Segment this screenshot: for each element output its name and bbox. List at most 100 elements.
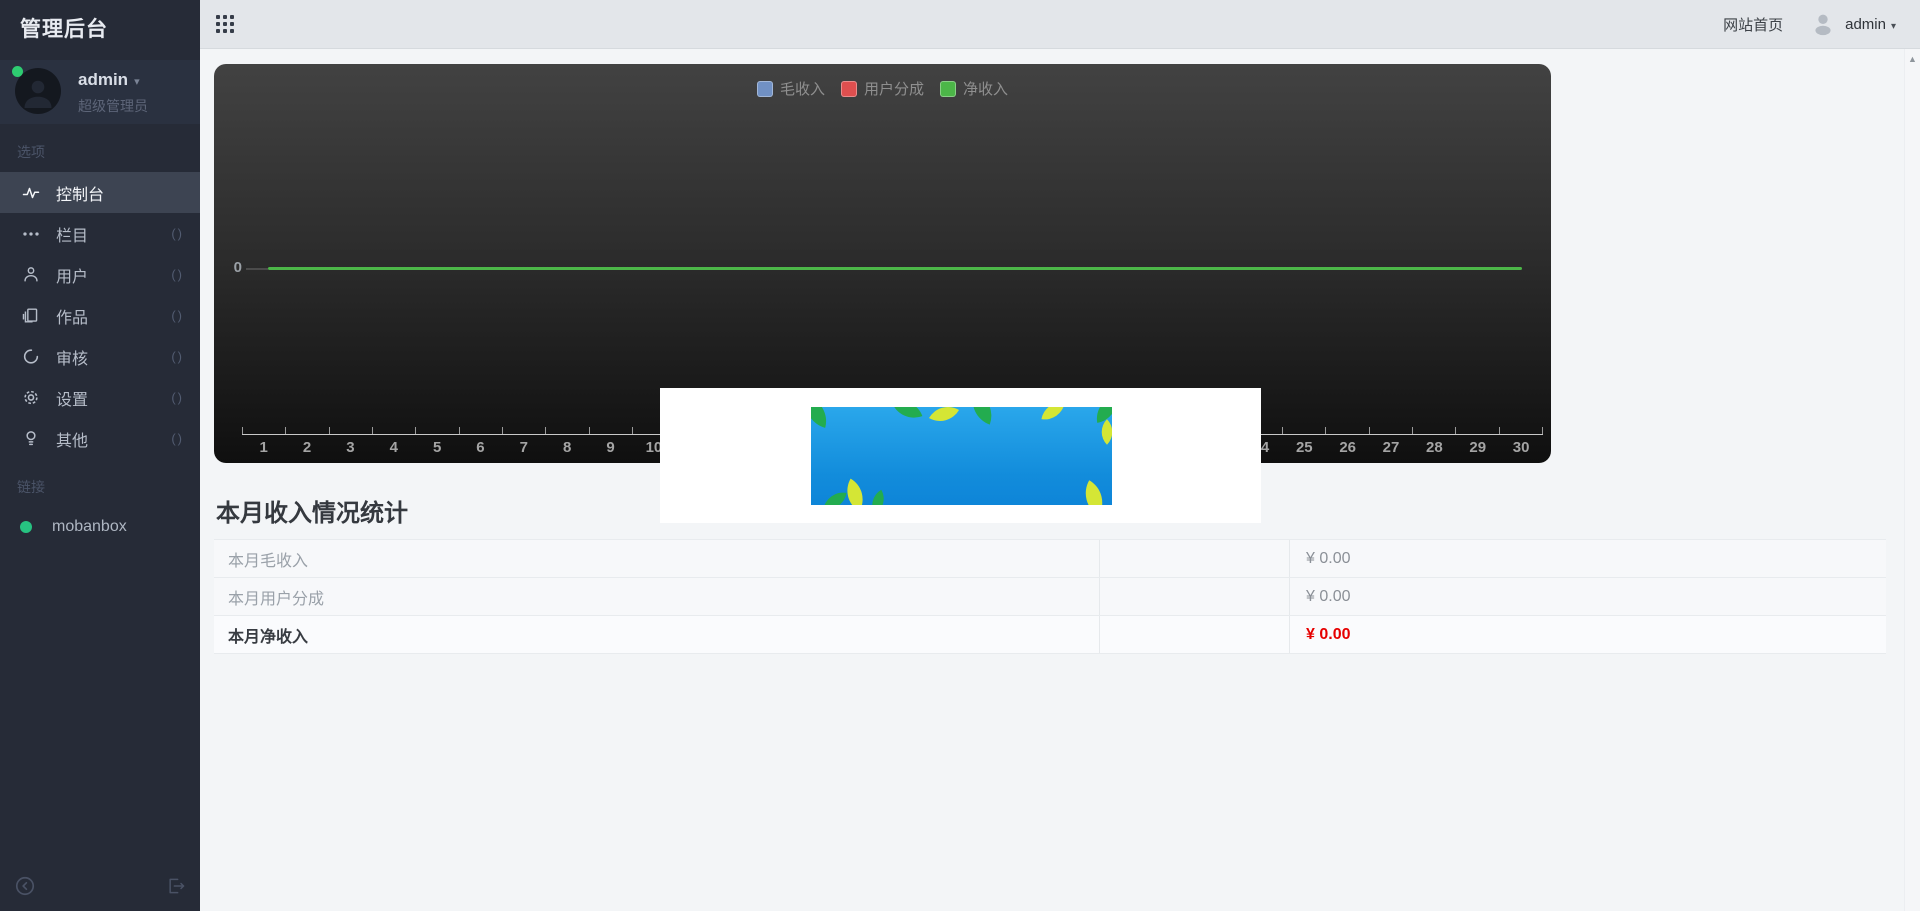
site-home-link[interactable]: 网站首页: [1723, 14, 1783, 35]
x-axis-tick: [1412, 427, 1455, 434]
x-axis-tick: [1499, 427, 1543, 434]
sidebar-item-columns[interactable]: 栏目 (): [0, 213, 200, 254]
x-axis-tick: [415, 427, 458, 434]
x-axis-tick: [545, 427, 588, 434]
topbar-user-menu[interactable]: admin▾: [1845, 16, 1896, 33]
legend-swatch-red: [841, 81, 857, 97]
sidebar: 管理后台 admin▾ 超级管理员 选项 控制台: [0, 0, 200, 911]
x-axis-label: 25: [1283, 435, 1326, 456]
chart-legend: 毛收入 用户分成 净收入: [214, 78, 1551, 99]
loader-circle-icon: [20, 347, 42, 367]
income-row-net: 本月净收入 ¥ 0.00: [214, 616, 1886, 654]
legend-item-share[interactable]: 用户分成: [841, 78, 924, 99]
submenu-toggle-icon: (): [171, 349, 184, 364]
legend-swatch-blue: [757, 81, 773, 97]
x-axis-label: 6: [459, 435, 502, 456]
page: 管理后台 admin▾ 超级管理员 选项 控制台: [0, 0, 1920, 911]
avatar[interactable]: [15, 68, 61, 114]
leaf-decoration: [965, 407, 998, 425]
x-axis-tick: [1282, 427, 1325, 434]
submenu-toggle-icon: (): [171, 267, 184, 282]
user-icon: [20, 265, 42, 285]
income-row-share: 本月用户分成 ¥ 0.00: [214, 578, 1886, 616]
x-axis-label: 5: [415, 435, 458, 456]
collapse-sidebar-icon[interactable]: [14, 875, 36, 897]
x-axis-tick: [502, 427, 545, 434]
section-label-options: 选项: [0, 124, 200, 172]
leaf-decoration: [1076, 480, 1112, 505]
app-title: 管理后台: [0, 0, 200, 60]
leaf-decoration: [892, 407, 923, 424]
x-axis-label: 29: [1456, 435, 1499, 456]
sidebar-user-panel: admin▾ 超级管理员: [0, 60, 200, 124]
sidebar-footer: [0, 861, 200, 911]
user-silhouette-icon: [20, 75, 56, 111]
leaf-decoration: [1093, 407, 1112, 423]
x-axis-label: 7: [502, 435, 545, 456]
income-table: 本月毛收入 ¥ 0.00 本月用户分成 ¥ 0.00 本月净收入 ¥ 0.00: [214, 539, 1886, 654]
banner-image: [811, 407, 1112, 505]
logout-icon[interactable]: [166, 876, 186, 896]
income-row-value: ¥ 0.00: [1290, 626, 1886, 644]
leaf-decoration: [929, 407, 959, 429]
income-row-label: 本月毛收入: [214, 540, 1100, 577]
income-row-spacer: [1100, 616, 1290, 653]
x-axis-tick: [242, 427, 285, 434]
link-status-dot: [20, 521, 32, 533]
x-axis-tick: [589, 427, 632, 434]
submenu-toggle-icon: (): [171, 308, 184, 323]
leaf-decoration: [811, 407, 832, 428]
x-axis-tick: [372, 427, 415, 434]
sidebar-item-users[interactable]: 用户 (): [0, 254, 200, 295]
leaf-decoration: [1094, 419, 1112, 444]
user-avatar-icon: [1809, 10, 1837, 38]
ellipsis-icon: [20, 224, 42, 244]
vertical-scrollbar[interactable]: ▲: [1904, 49, 1920, 911]
sidebar-item-works[interactable]: 作品 (): [0, 295, 200, 336]
gear-icon: [20, 388, 42, 408]
x-axis-label: 1: [242, 435, 285, 456]
copy-pages-icon: [20, 306, 42, 326]
x-axis-tick: [459, 427, 502, 434]
leaf-decoration: [823, 489, 846, 505]
sidebar-link-mobanbox[interactable]: mobanbox: [0, 507, 200, 547]
legend-item-net[interactable]: 净收入: [940, 78, 1008, 99]
submenu-toggle-icon: (): [171, 431, 184, 446]
legend-swatch-green: [940, 81, 956, 97]
sidebar-item-settings[interactable]: 设置 (): [0, 377, 200, 418]
caret-down-icon: ▾: [134, 76, 140, 88]
submenu-toggle-icon: (): [171, 390, 184, 405]
net-income-series-line: [268, 267, 1522, 270]
lightbulb-icon: [20, 429, 42, 449]
topbar: 网站首页 admin▾: [200, 0, 1920, 49]
x-axis-label: 30: [1499, 435, 1542, 456]
x-axis-label: 27: [1369, 435, 1412, 456]
income-row-label: 本月用户分成: [214, 578, 1100, 615]
x-axis-label: 3: [329, 435, 372, 456]
main-content: 毛收入 用户分成 净收入 0 1234567891011121314151617…: [200, 49, 1920, 911]
online-status-dot: [12, 66, 23, 77]
loading-dialog: [660, 388, 1261, 523]
income-row-value: ¥ 0.00: [1290, 550, 1886, 568]
x-axis-tick: [285, 427, 328, 434]
section-label-links: 链接: [0, 459, 200, 507]
sidebar-item-other[interactable]: 其他 (): [0, 418, 200, 459]
x-axis-tick: [329, 427, 372, 434]
income-row-label: 本月净收入: [214, 616, 1100, 653]
x-axis-tick: [1369, 427, 1412, 434]
sidebar-username[interactable]: admin▾: [78, 70, 140, 90]
scroll-up-arrow[interactable]: ▲: [1905, 54, 1920, 64]
x-axis-label: 26: [1326, 435, 1369, 456]
legend-item-gross[interactable]: 毛收入: [757, 78, 825, 99]
submenu-toggle-icon: (): [171, 226, 184, 241]
topbar-right: 网站首页 admin▾: [1723, 10, 1896, 38]
grid-menu-icon[interactable]: [216, 15, 234, 33]
income-row-spacer: [1100, 578, 1290, 615]
sidebar-item-audit[interactable]: 审核 (): [0, 336, 200, 377]
caret-down-icon: ▾: [1891, 21, 1896, 32]
activity-chart-icon: [20, 183, 42, 203]
income-row-spacer: [1100, 540, 1290, 577]
sidebar-item-dashboard[interactable]: 控制台: [0, 172, 200, 213]
zero-gridline: [246, 268, 268, 270]
x-axis-label: 8: [546, 435, 589, 456]
